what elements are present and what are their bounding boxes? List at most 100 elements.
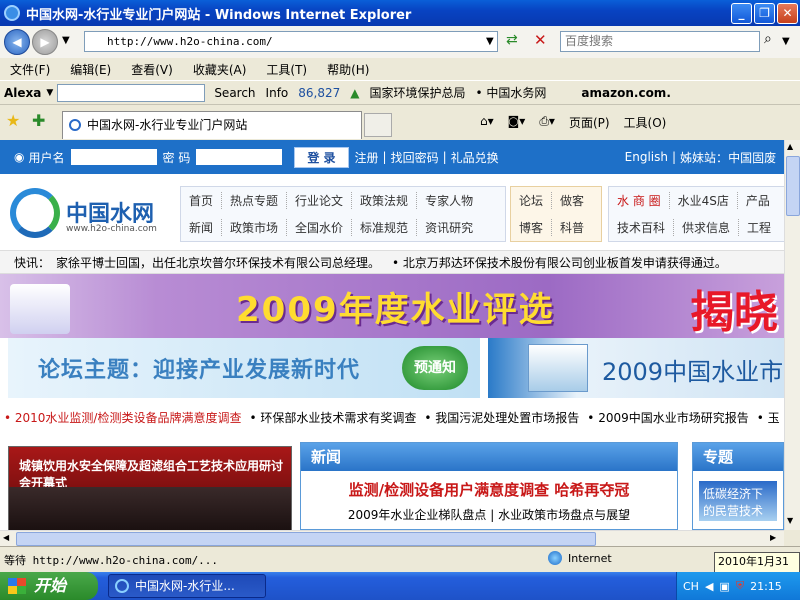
featured-link[interactable]: • 环保部水业技术需求有奖调查 [245,409,420,426]
ticker-item[interactable]: 家徐平博士回国，出任北京坎普尔环保技术有限公司总经理。 [56,254,380,271]
start-button[interactable]: 开始 [0,572,98,600]
tab-active[interactable]: 中国水网-水行业专业门户网站 [62,111,362,139]
menu-help[interactable]: 帮助(H) [317,61,379,78]
nav-research[interactable]: 资讯研究 [417,219,481,236]
nav-forum[interactable]: 论坛 [511,192,553,209]
nav-policy[interactable]: 政策法规 [352,192,418,209]
vertical-scrollbar[interactable]: ▲ ▼ [784,140,800,530]
nav-papers[interactable]: 行业论文 [287,192,353,209]
news-heading: 新闻 [301,443,677,471]
amazon-link[interactable]: amazon.com. [581,86,670,100]
nav-water-business[interactable]: 水 商 圈 [609,192,670,209]
page-menu[interactable]: 页面(P) [569,114,610,131]
report-banner[interactable]: 2009中国水业市 [488,338,784,398]
search-dropdown-icon[interactable]: ▼ [782,36,790,47]
forward-button[interactable]: ▶ [32,29,58,55]
nav-guest[interactable]: 做客 [552,192,592,209]
scroll-down-icon[interactable]: ▼ [787,516,793,525]
nav-engineering[interactable]: 工程 [739,219,779,236]
nav-home[interactable]: 首页 [181,192,223,209]
news-sublink[interactable]: 水业政策市场盘点与展望 [498,508,630,522]
alexa-rank: 86,827 [298,85,341,100]
print-icon[interactable]: ⎙▾ [539,114,555,131]
security-shield-icon[interactable]: ⛨ [736,579,744,593]
nav-experts[interactable]: 专家人物 [417,192,481,209]
menu-edit[interactable]: 编辑(E) [60,61,121,78]
horizontal-scrollbar[interactable]: ◀ ▶ [0,530,784,546]
address-dropdown-icon[interactable]: ▼ [486,36,494,47]
nav-products[interactable]: 产品 [738,192,778,209]
alexa-info-button[interactable]: Info [266,86,289,100]
tools-menu[interactable]: 工具(O) [624,114,667,131]
english-link[interactable]: English [625,150,668,164]
featured-link[interactable]: • 我国污泥处理处置市场报告 [420,409,583,426]
vertical-scroll-thumb[interactable] [786,156,800,216]
nav-news[interactable]: 新闻 [181,219,223,236]
network-icon[interactable]: ▣ [719,580,729,593]
nav-market[interactable]: 政策市场 [222,219,288,236]
feeds-icon[interactable]: ◙▾ [508,114,526,131]
featured-link[interactable]: • 2010水业监测/检测类设备品牌满意度调查 [0,409,245,426]
clock[interactable]: 21:15 [750,580,782,593]
awards-banner[interactable]: 2009年度水业评选 揭晓 [0,274,784,338]
nav-tech-wiki[interactable]: 技术百科 [609,219,675,236]
gift-link[interactable]: 礼品兑换 [451,149,499,166]
history-dropdown-icon[interactable]: ▼ [62,35,70,46]
back-button[interactable]: ◀ [4,29,30,55]
username-input[interactable] [70,149,157,165]
forum-banner-text: 论坛主题：迎接产业发展新时代 [38,358,361,383]
news-sublink[interactable]: 2009年水业企业梯队盘点 [348,508,487,522]
refresh-icon[interactable]: ⇄ [506,32,518,48]
add-favorite-icon[interactable]: ✚ [32,111,45,130]
language-indicator[interactable]: CH [683,580,699,593]
menu-favorites[interactable]: 收藏夹(A) [183,61,257,78]
special-image[interactable]: 低碳经济下的民营技术 [699,481,777,521]
menu-file[interactable]: 文件(F) [0,61,60,78]
show-hidden-icons-icon[interactable]: ◀ [705,580,713,593]
stop-icon[interactable]: ✕ [534,31,547,49]
alexa-logo[interactable]: Alexa [4,86,41,100]
scroll-up-icon[interactable]: ▲ [787,142,793,151]
site-logo[interactable]: 中国水网 www.h2o-china.com [8,182,168,242]
featured-link[interactable]: • 2009中国水业市场研究报告 [583,409,752,426]
menu-view[interactable]: 查看(V) [121,61,183,78]
news-headline[interactable]: 监测/检测设备用户满意度调查 哈希再夺冠 [301,479,677,500]
nav-water-price[interactable]: 全国水价 [287,219,353,236]
home-icon[interactable]: ⌂▾ [480,114,494,131]
forum-banner[interactable]: 论坛主题：迎接产业发展新时代 预通知 [8,338,480,398]
alexa-dropdown-icon[interactable]: ▼ [46,88,53,98]
maximize-button[interactable]: ❐ [754,3,775,24]
address-input[interactable]: http://www.h2o-china.com/ [84,31,498,52]
favorites-star-icon[interactable]: ★ [6,111,20,130]
nav-supply[interactable]: 供求信息 [674,219,740,236]
nav-blog[interactable]: 博客 [511,219,553,236]
alexa-link-1[interactable]: 国家环境保护总局 [370,84,466,101]
taskbar-ie-button[interactable]: 中国水网-水行业... [108,574,266,598]
scroll-left-icon[interactable]: ◀ [3,533,9,542]
close-button[interactable]: ✕ [777,3,798,24]
new-tab-button[interactable] [364,113,392,137]
nav-standards[interactable]: 标准规范 [352,219,418,236]
minimize-button[interactable]: _ [731,3,752,24]
password-input[interactable] [196,149,283,165]
scroll-right-icon[interactable]: ▶ [770,533,776,542]
security-zone[interactable]: Internet [548,551,612,565]
alexa-search-button[interactable]: Search [214,86,255,100]
register-link[interactable]: 注册 [355,149,379,166]
search-icon[interactable]: ⌕ [764,31,772,47]
search-input[interactable]: 百度搜索 [560,31,760,52]
featured-link[interactable]: • 玉 [753,409,784,426]
login-button[interactable]: 登 录 [294,146,349,168]
event-photo[interactable]: 城镇饮用水安全保障及超滤组合工艺技术应用研讨会开幕式 [8,446,292,530]
nav-science[interactable]: 科普 [552,219,592,236]
alexa-search-input[interactable] [57,83,206,102]
alexa-link-2[interactable]: • 中国水务网 [476,84,547,101]
taskbar: 开始 中国水网-水行业... CH ◀ ▣ ⛨ 21:15 [0,572,800,600]
ticker-item[interactable]: • 北京万邦达环保技术股份有限公司创业板首发申请获得通过。 [392,254,727,271]
horizontal-scroll-thumb[interactable] [16,532,596,546]
forgot-password-link[interactable]: 找回密码 [391,149,439,166]
nav-4s-store[interactable]: 水业4S店 [670,192,738,209]
menu-tools[interactable]: 工具(T) [256,61,317,78]
nav-hot-topics[interactable]: 热点专题 [222,192,288,209]
sister-site-link[interactable]: 中国固废 [728,149,776,166]
